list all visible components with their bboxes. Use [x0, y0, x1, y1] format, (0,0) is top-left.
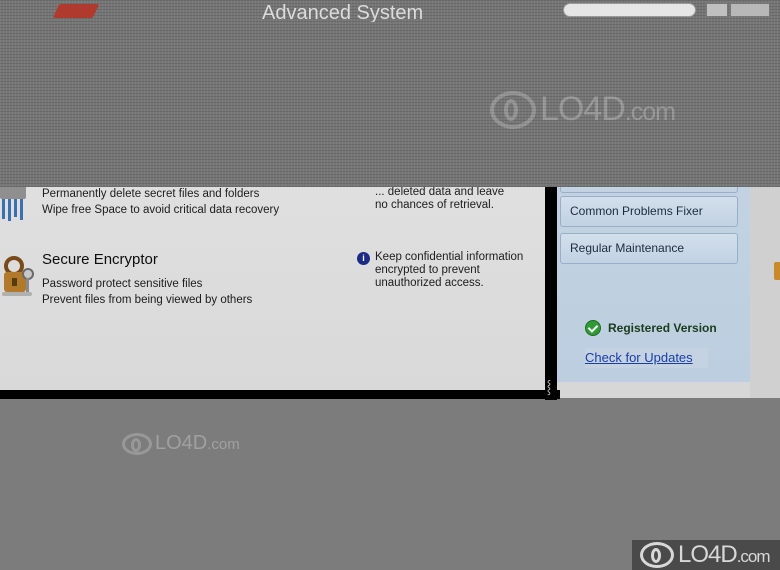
close-button[interactable] [730, 3, 770, 17]
watermark-suffix: .com [624, 98, 676, 126]
description-line: encrypted to prevent [375, 264, 480, 276]
app-logo-icon [52, 4, 100, 18]
watermark-logo-icon [122, 432, 152, 455]
feature-line: Prevent files from being viewed by other… [42, 294, 253, 306]
watermark-brand: LO4D [678, 541, 738, 568]
title-search-field[interactable] [563, 3, 696, 17]
shredder-icon [0, 185, 26, 221]
title-bar: Advanced System LO4D.com [0, 0, 780, 187]
resize-grip-icon[interactable]: ⸾ [540, 378, 558, 398]
lock-keys-icon [2, 256, 34, 296]
regular-maintenance-button[interactable]: Regular Maintenance [560, 233, 738, 264]
description-line: unauthorized access. [375, 277, 484, 289]
description-line: no chances of retrieval. [375, 199, 494, 211]
common-problems-fixer-button[interactable]: Common Problems Fixer [560, 196, 738, 227]
watermark: LO4D.com [122, 432, 240, 455]
panel-bottom-border [0, 390, 560, 399]
watermark-corner: LO4D.com [632, 540, 780, 570]
watermark: LO4D.com [490, 90, 676, 129]
watermark-brand: LO4D [155, 432, 208, 454]
watermark-logo-icon [490, 90, 536, 129]
window-title: Advanced System [262, 4, 424, 22]
description-line: Keep confidential information [375, 251, 524, 263]
edge-app-icon [774, 262, 780, 280]
watermark-logo-icon [640, 542, 674, 568]
check-for-updates-link[interactable]: Check for Updates [585, 348, 708, 368]
check-circle-icon [585, 320, 601, 336]
registration-status: Registered Version [585, 318, 717, 338]
registration-status-text: Registered Version [608, 321, 717, 335]
feature-line: Wipe free Space to avoid critical data r… [42, 204, 280, 216]
feature-line: Permanently delete secret files and fold… [42, 188, 260, 200]
watermark-suffix: .com [207, 436, 240, 453]
minimize-button[interactable] [706, 3, 728, 17]
feature-description: Keep confidential information encrypted … [375, 251, 545, 290]
feature-title[interactable]: Secure Encryptor [42, 251, 158, 268]
feature-line: Password protect sensitive files [42, 278, 203, 290]
watermark-brand: LO4D [540, 90, 626, 128]
watermark-suffix: .com [736, 547, 771, 566]
feature-description: ... deleted data and leave no chances of… [375, 186, 504, 212]
description-line: ... deleted data and leave [375, 186, 505, 198]
info-icon: i [357, 252, 370, 265]
